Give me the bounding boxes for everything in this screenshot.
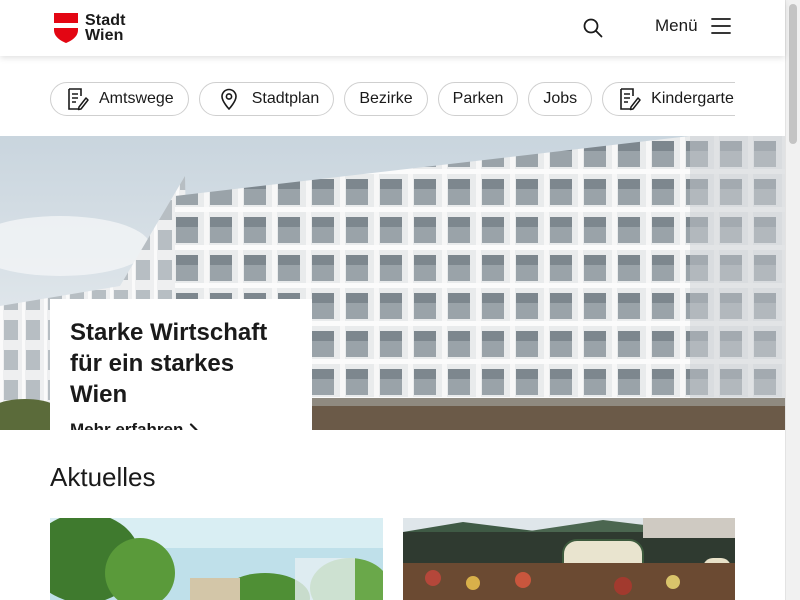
stadt-wien-logo[interactable]: Stadt Wien: [54, 12, 126, 44]
quicklink-label: Amtswege: [99, 90, 174, 107]
scrollbar-thumb[interactable]: [789, 4, 797, 144]
search-icon: [583, 18, 603, 38]
quicklink-label: Parken: [452, 90, 504, 107]
hamburger-icon: [710, 18, 731, 34]
news-card-image-right[interactable]: [403, 518, 735, 600]
menu-label: Menü: [655, 16, 698, 35]
quicklink-kindergarten[interactable]: Kindergarten: [602, 82, 735, 116]
hero-link-label: Mehr erfahren: [70, 420, 184, 430]
quicklink-label: Kindergarten: [651, 90, 735, 107]
document-pen-icon: [620, 88, 641, 111]
quicklink-parken[interactable]: Parken: [437, 82, 519, 116]
hero-title-line-2: für ein starkes Wien: [70, 350, 235, 408]
site-header: Stadt Wien Menü: [0, 0, 785, 56]
news-card-image-left[interactable]: [50, 518, 383, 600]
quicklink-label: Jobs: [543, 90, 578, 107]
chevron-right-icon: [190, 423, 198, 430]
map-pin-icon: [220, 88, 237, 110]
hero-banner[interactable]: Starke Wirtschaft für ein starkes Wien M…: [0, 136, 785, 430]
market-photo-image: [403, 518, 735, 600]
quicklink-jobs[interactable]: Jobs: [528, 82, 593, 116]
hero-title: Starke Wirtschaft für ein starkes Wien: [70, 317, 292, 410]
page-scrollbar[interactable]: [785, 0, 800, 600]
quicklink-bezirke[interactable]: Bezirke: [344, 82, 428, 116]
hero-more-link[interactable]: Mehr erfahren: [70, 420, 292, 430]
vienna-shield-icon: [54, 13, 78, 43]
document-pen-icon: [68, 88, 89, 111]
quicklink-label: Stadtplan: [251, 90, 320, 107]
logo-line-1: Stadt: [85, 12, 126, 29]
search-button[interactable]: [582, 17, 604, 39]
quicklinks-bar: Amtswege Stadtplan Bezirke Parken Jobs K…: [50, 82, 735, 118]
quicklink-stadtplan[interactable]: Stadtplan: [198, 82, 335, 116]
section-title-aktuelles: Aktuelles: [50, 462, 156, 492]
hero-title-line-1: Starke Wirtschaft: [70, 319, 268, 346]
logo-line-2: Wien: [85, 27, 124, 44]
quicklink-label: Bezirke: [359, 90, 413, 107]
logo-text: Stadt Wien: [85, 12, 126, 44]
quicklink-amtswege[interactable]: Amtswege: [50, 82, 189, 116]
hero-teaser-card: Starke Wirtschaft für ein starkes Wien M…: [50, 299, 312, 430]
menu-button[interactable]: Menü: [655, 16, 731, 36]
park-illustration-image: [50, 518, 383, 600]
